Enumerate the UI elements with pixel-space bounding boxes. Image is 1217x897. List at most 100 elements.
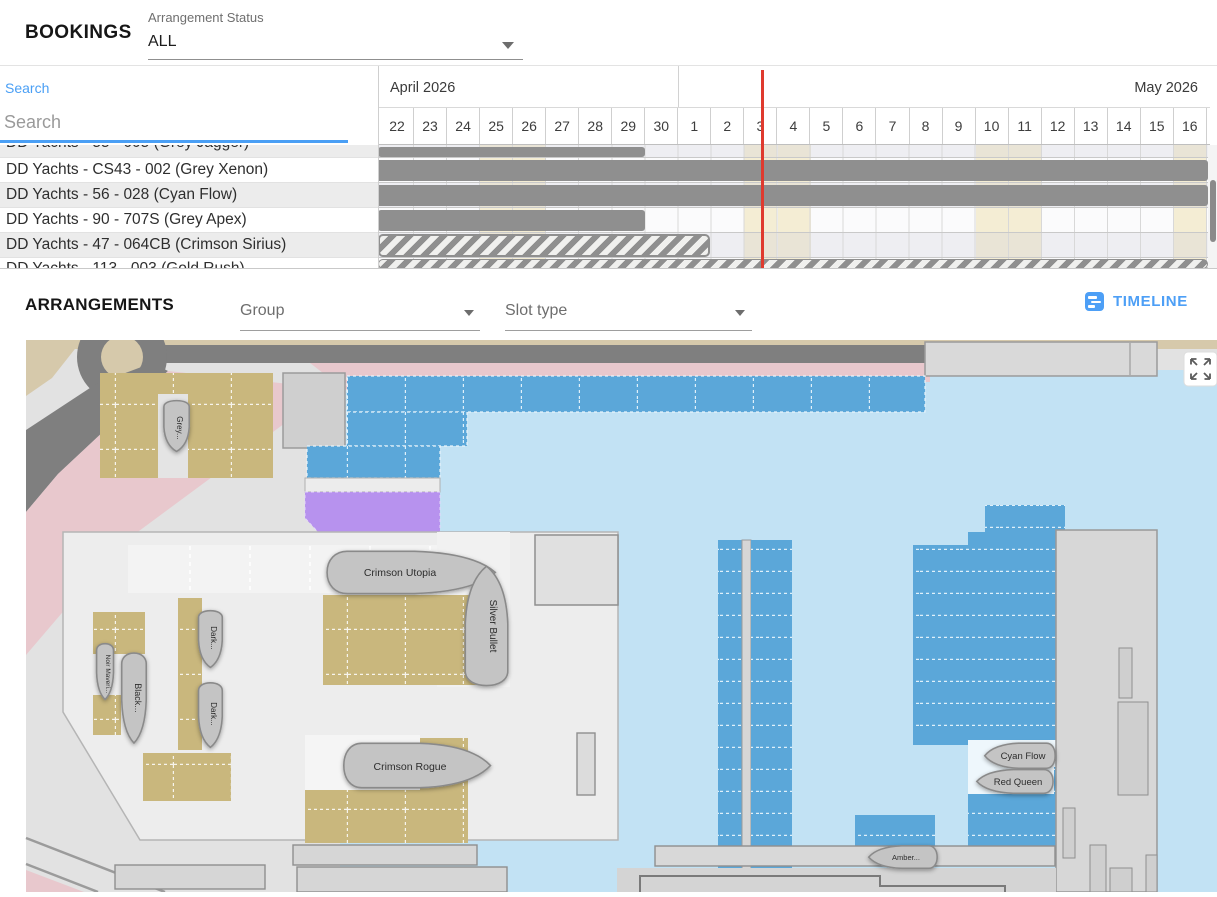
timeline-icon [1085, 292, 1104, 311]
gantt-rows-area [378, 145, 1208, 268]
gantt-row-track [378, 145, 1208, 158]
day-cell: 8 [910, 108, 943, 144]
day-cell: 6 [843, 108, 876, 144]
today-line [761, 70, 764, 268]
pier-right-building [1146, 855, 1157, 892]
booking-row-label[interactable]: DD Yachts - 113 - 003 (Gold Rush) [0, 258, 378, 268]
dock-structure [297, 867, 507, 892]
bookings-title: BOOKINGS [25, 22, 132, 44]
gantt-bar[interactable] [378, 234, 710, 257]
boat-label: Dark... [209, 626, 218, 650]
booking-row-label[interactable]: DD Yachts - 90 - 707S (Grey Apex) [0, 208, 378, 233]
day-cell: 10 [976, 108, 1009, 144]
arrangement-status-underline [148, 59, 523, 60]
slot-type-select[interactable]: Slot type [505, 302, 567, 320]
finger-pier [742, 540, 751, 892]
group-select-underline [240, 330, 480, 331]
berth-tan-d[interactable] [143, 753, 231, 801]
gantt-bar[interactable] [378, 160, 1208, 181]
pier-building [283, 373, 345, 448]
chevron-down-icon[interactable] [735, 310, 745, 316]
berth-blue-amber[interactable] [855, 815, 935, 847]
boat-label: Dark... [209, 702, 218, 726]
berth-blue-mid-left[interactable] [718, 540, 742, 892]
arrangements-title: ARRANGEMENTS [25, 295, 174, 315]
berth-tan-b[interactable] [323, 595, 477, 685]
day-cell: 4 [777, 108, 810, 144]
booking-row-text: DD Yachts - CS43 - 002 (Grey Xenon) [6, 161, 268, 179]
berth-blue-top[interactable] [347, 376, 925, 412]
booking-label-column: DD Yachts - 55 - 005 (Grey Jagger) DD Ya… [0, 145, 378, 268]
arrangement-status-select[interactable]: ALL [148, 33, 176, 51]
day-cell: 27 [546, 108, 579, 144]
booking-row-label[interactable]: DD Yachts - 55 - 005 (Grey Jagger) [0, 145, 378, 158]
small-building [577, 733, 595, 795]
search-input[interactable] [4, 106, 348, 138]
gantt-bar[interactable] [378, 259, 1208, 268]
chevron-down-icon[interactable] [502, 42, 514, 49]
berth-tan-e2[interactable] [305, 790, 422, 843]
timeline-button-label: TIMELINE [1113, 293, 1188, 310]
search-label: Search [5, 80, 49, 96]
pier-strip [305, 478, 440, 492]
day-cell: 30 [645, 108, 678, 144]
berth-purple[interactable] [305, 492, 440, 532]
gantt-row-track [378, 258, 1208, 268]
month-divider [678, 66, 679, 107]
boat-label: Red Queen [994, 777, 1043, 788]
day-cell: 1 [678, 108, 711, 144]
gantt-row-track [378, 183, 1208, 208]
dock-structure [655, 846, 1055, 866]
day-cell: 15 [1141, 108, 1174, 144]
gantt-bar[interactable] [378, 210, 645, 231]
day-cell: 22 [381, 108, 414, 144]
booking-row-label[interactable]: DD Yachts - 56 - 028 (Cyan Flow) [0, 183, 378, 208]
gantt-row-track [378, 233, 1208, 258]
boat-label: Grey... [175, 416, 184, 439]
timeline-button[interactable]: TIMELINE [1085, 292, 1188, 311]
day-cell: 23 [414, 108, 447, 144]
day-cell: 7 [876, 108, 909, 144]
marina-map[interactable]: Grey... Crimson Utopia Silver Bullet Noi… [0, 340, 1217, 892]
pier-right-building [1063, 808, 1075, 858]
chevron-down-icon[interactable] [464, 310, 474, 316]
day-cell: 13 [1075, 108, 1108, 144]
pier-right-building [1110, 868, 1132, 892]
day-cell: 29 [612, 108, 645, 144]
berth-blue-top3[interactable] [307, 446, 440, 478]
berth-blue-top2[interactable] [347, 412, 467, 446]
gantt-bar[interactable] [378, 185, 1208, 206]
pier-right-building [1119, 648, 1132, 698]
pier-right-building [1118, 702, 1148, 795]
gantt-scrollbar-thumb[interactable] [1210, 180, 1216, 242]
day-cell: 11 [1009, 108, 1042, 144]
gantt-row-track [378, 208, 1208, 233]
day-cell: 14 [1108, 108, 1141, 144]
arrangement-status-label: Arrangement Status [148, 10, 264, 25]
group-select[interactable]: Group [240, 302, 284, 320]
gantt-bar[interactable] [378, 147, 645, 157]
booking-row-label[interactable]: DD Yachts - 47 - 064CB (Crimson Sirius) [0, 233, 378, 258]
dock-bottom [617, 868, 1056, 892]
dock-structure [115, 865, 265, 889]
gantt-row-track [378, 158, 1208, 183]
map-fullscreen-button[interactable] [1184, 352, 1217, 386]
boat-label: Silver Bullet [487, 600, 498, 653]
day-cell: 9 [943, 108, 976, 144]
panel-divider [378, 66, 379, 268]
marina-map-svg[interactable]: Grey... Crimson Utopia Silver Bullet Noi… [0, 340, 1217, 892]
day-cell: 5 [810, 108, 843, 144]
booking-row-text: DD Yachts - 90 - 707S (Grey Apex) [6, 211, 247, 229]
berth-blue-right-b[interactable] [968, 532, 1056, 852]
booking-row-text: DD Yachts - 56 - 028 (Cyan Flow) [6, 186, 237, 204]
search-underline [0, 140, 348, 143]
boat-label: Crimson Rogue [374, 761, 447, 773]
month-header-row [378, 66, 1217, 107]
day-cell: 16 [1174, 108, 1207, 144]
berth-blue-right-top[interactable] [985, 505, 1065, 532]
boat-label: Black... [133, 683, 143, 713]
booking-row-text: DD Yachts - 47 - 064CB (Crimson Sirius) [6, 236, 286, 254]
berth-tan-c2[interactable] [93, 695, 121, 735]
booking-row-label[interactable]: DD Yachts - CS43 - 002 (Grey Xenon) [0, 158, 378, 183]
berth-blue-mid-right[interactable] [751, 540, 792, 892]
